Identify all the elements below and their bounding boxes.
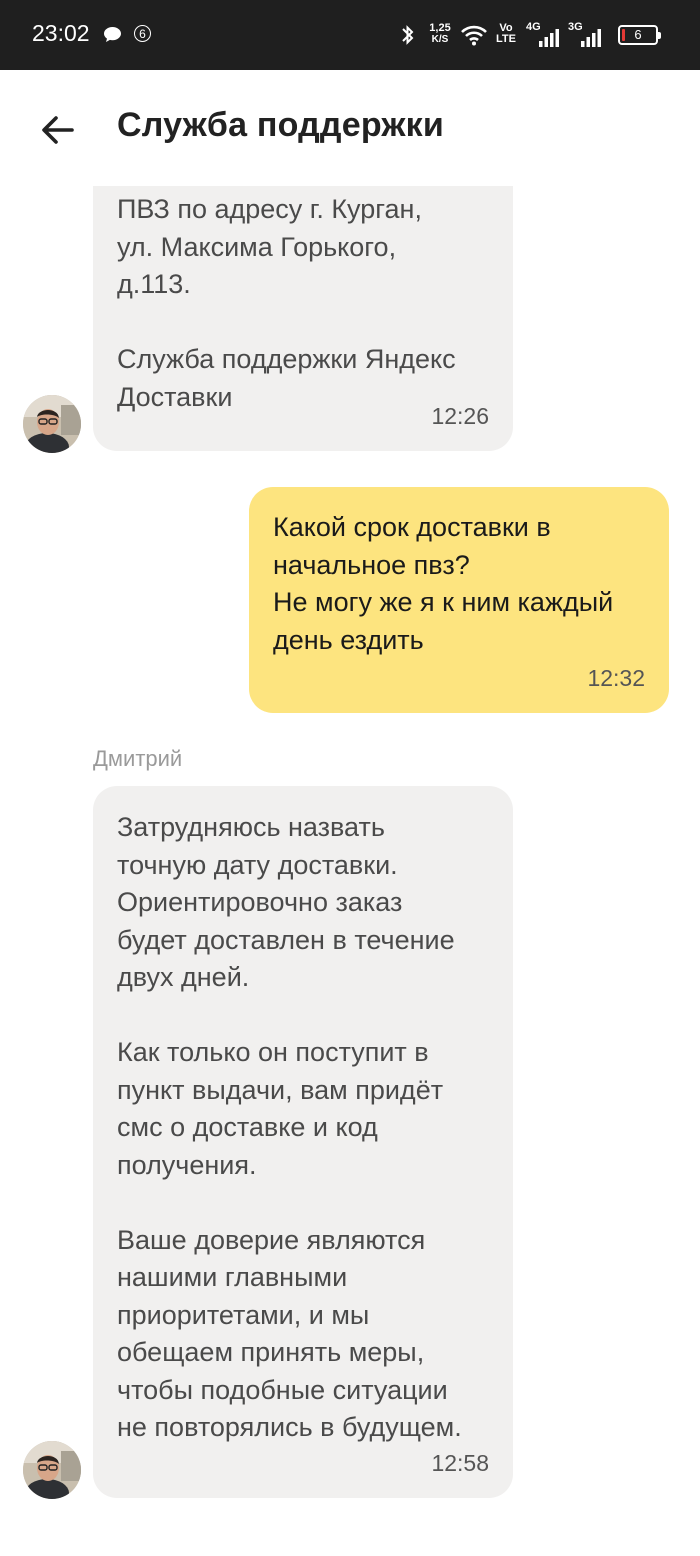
avatar <box>23 395 81 453</box>
support-agent-photo <box>23 1441 81 1499</box>
signal-icon <box>539 29 559 47</box>
volte-bottom: LTE <box>496 33 516 45</box>
status-bar: 23:02 6 1,25 K/S Vo LTE 4G 3G 6 <box>0 0 700 70</box>
signal-4g: 4G <box>526 22 562 48</box>
message-bubble-incoming: ПВЗ по адресу г. Курган, ул. Максима Гор… <box>93 186 513 451</box>
chat-header: Служба поддержки <box>0 70 700 186</box>
message-text: ПВЗ по адресу г. Курган, ул. Максима Гор… <box>117 194 456 412</box>
battery-icon: 6 <box>618 20 664 50</box>
avatar <box>23 1441 81 1499</box>
volte-indicator: Vo LTE <box>494 23 518 45</box>
net-speed-unit: K/S <box>431 34 449 45</box>
signal-icon <box>581 29 601 47</box>
message-time: 12:58 <box>431 1449 489 1476</box>
message-bubble-incoming: Затрудняюсь назвать точную дату доставки… <box>93 786 513 1498</box>
message-time: 12:32 <box>587 664 645 691</box>
chat-bubble-icon <box>104 27 121 42</box>
battery-level: 6 <box>634 27 642 42</box>
bluetooth-icon <box>402 25 414 45</box>
sender-name: Дмитрий <box>93 746 183 771</box>
support-agent-photo <box>23 395 81 453</box>
page-title: Служба поддержки <box>117 106 444 144</box>
wifi-icon <box>461 25 487 46</box>
chat-messages[interactable]: ПВЗ по адресу г. Курган, ул. Максима Гор… <box>0 186 700 1556</box>
arrow-left-icon[interactable] <box>38 110 78 150</box>
message-time: 12:26 <box>431 402 489 429</box>
net-speed-value: 1,25 <box>429 22 451 34</box>
message-text: Затрудняюсь назвать точную дату доставки… <box>117 812 462 1442</box>
status-icons: 1,25 K/S Vo LTE 4G 3G 6 <box>400 20 670 50</box>
status-time: 23:02 <box>32 20 90 46</box>
net-speed: 1,25 K/S <box>426 22 454 46</box>
message-text: Какой срок доставки в начальное пвз? Не … <box>273 512 614 655</box>
notification-count-badge: 6 <box>134 25 151 42</box>
message-bubble-outgoing: Какой срок доставки в начальное пвз? Не … <box>249 487 669 713</box>
signal-3g: 3G <box>568 22 604 48</box>
